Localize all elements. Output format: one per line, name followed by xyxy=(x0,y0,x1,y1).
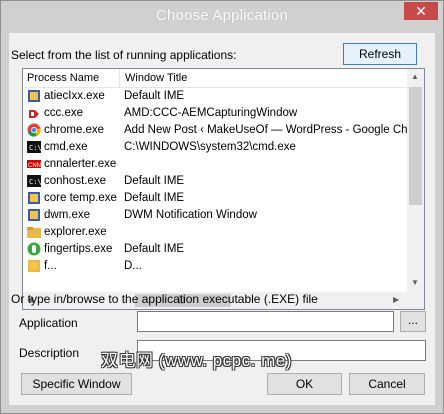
window-title-cell: AMD:CCC-AEMCapturingWindow xyxy=(124,107,298,119)
browse-button[interactable]: ... xyxy=(400,311,426,332)
scroll-up-arrow-icon[interactable]: ▲ xyxy=(411,72,419,81)
svg-text:C:\: C:\ xyxy=(29,144,41,152)
process-name: fingertips.exe xyxy=(44,243,113,255)
list-item[interactable]: chrome.exe Add New Post ‹ MakeUseOf — Wor… xyxy=(23,122,424,139)
process-name: conhost.exe xyxy=(44,175,107,187)
list-item[interactable]: atiecIxx.exe Default IME xyxy=(23,88,407,105)
amd-icon xyxy=(27,106,41,120)
list-item[interactable]: C:\ conhost.exe Default IME xyxy=(23,173,407,190)
console-icon: C:\ xyxy=(27,140,42,154)
list-header: Process Name Window Title xyxy=(23,69,424,88)
process-name: explorer.exe xyxy=(44,226,107,238)
scroll-down-arrow-icon[interactable]: ▼ xyxy=(411,278,419,287)
title-bar[interactable]: Choose Application ✕ xyxy=(1,1,443,33)
window-title-cell: Add New Post ‹ MakeUseOf — WordPress - G… xyxy=(124,124,425,136)
window-title: Choose Application xyxy=(155,7,289,24)
description-label: Description xyxy=(19,346,80,360)
refresh-button[interactable]: Refresh xyxy=(343,43,417,65)
cnn-icon: CNN xyxy=(27,157,41,171)
process-name: chrome.exe xyxy=(44,124,105,136)
window-title-cell: Default IME xyxy=(124,243,185,255)
watermark: 双电网 (www. pcpc. me) xyxy=(101,351,292,370)
svg-text:CNN: CNN xyxy=(28,163,41,169)
column-process-name[interactable]: Process Name xyxy=(27,72,99,84)
window-title-cell: C:\WINDOWS\system32\cmd.exe xyxy=(124,141,296,153)
scroll-corner xyxy=(407,292,424,309)
application-input[interactable] xyxy=(137,311,394,332)
column-window-title[interactable]: Window Title xyxy=(125,72,187,84)
vertical-scrollbar[interactable]: ▲ ▼ xyxy=(407,69,424,292)
window-title-cell: Default IME xyxy=(124,90,185,102)
window-title-cell: Default IME xyxy=(124,192,185,204)
close-button[interactable]: ✕ xyxy=(404,2,438,20)
console-icon: C:\ xyxy=(27,174,42,188)
window-title-cell: Default IME xyxy=(124,175,185,187)
list-item[interactable]: C:\ cmd.exe C:\WINDOWS\system32\cmd.exe xyxy=(23,139,407,156)
running-apps-label: Select from the list of running applicat… xyxy=(11,48,237,62)
process-name: core temp.exe xyxy=(44,192,117,204)
list-item[interactable]: explorer.exe xyxy=(23,224,407,241)
scroll-right-arrow-icon[interactable]: ▶ xyxy=(393,295,399,304)
choose-application-dialog: Choose Application ✕ Select from the lis… xyxy=(0,0,444,414)
list-item[interactable]: ccc.exe AMD:CCC-AEMCapturingWindow xyxy=(23,105,407,122)
list-item[interactable]: CNN cnnalerter.exe xyxy=(23,156,407,173)
list-item[interactable]: fingertips.exe Default IME xyxy=(23,241,407,258)
application-label: Application xyxy=(19,316,78,330)
list-item[interactable]: core temp.exe Default IME xyxy=(23,190,407,207)
app-icon xyxy=(27,208,41,222)
cancel-button[interactable]: Cancel xyxy=(349,373,425,395)
window-title-cell: D... xyxy=(124,260,142,272)
process-name: cnnalerter.exe xyxy=(44,158,117,170)
svg-text:C:\: C:\ xyxy=(29,178,41,186)
window-title-cell: DWM Notification Window xyxy=(124,209,257,221)
folder-icon xyxy=(27,225,41,239)
list-item[interactable]: f... D... xyxy=(23,258,407,275)
process-list[interactable]: Process Name Window Title atiecIxx.exe De… xyxy=(22,68,425,310)
fingertips-icon xyxy=(27,242,41,256)
vertical-scroll-thumb[interactable] xyxy=(409,87,422,205)
process-name: dwm.exe xyxy=(44,209,91,221)
process-name: atiecIxx.exe xyxy=(44,90,105,102)
app-icon xyxy=(27,191,41,205)
app-icon xyxy=(27,259,41,273)
browse-label: Or type in/browse to the application exe… xyxy=(11,292,318,306)
list-item[interactable]: dwm.exe DWM Notification Window xyxy=(23,207,407,224)
process-name: f... xyxy=(44,260,57,272)
specific-window-button[interactable]: Specific Window xyxy=(21,373,132,395)
process-name: cmd.exe xyxy=(44,141,88,153)
ok-button[interactable]: OK xyxy=(267,373,342,395)
ati-icon xyxy=(27,89,41,103)
process-name: ccc.exe xyxy=(44,107,83,119)
chrome-icon xyxy=(27,123,41,137)
